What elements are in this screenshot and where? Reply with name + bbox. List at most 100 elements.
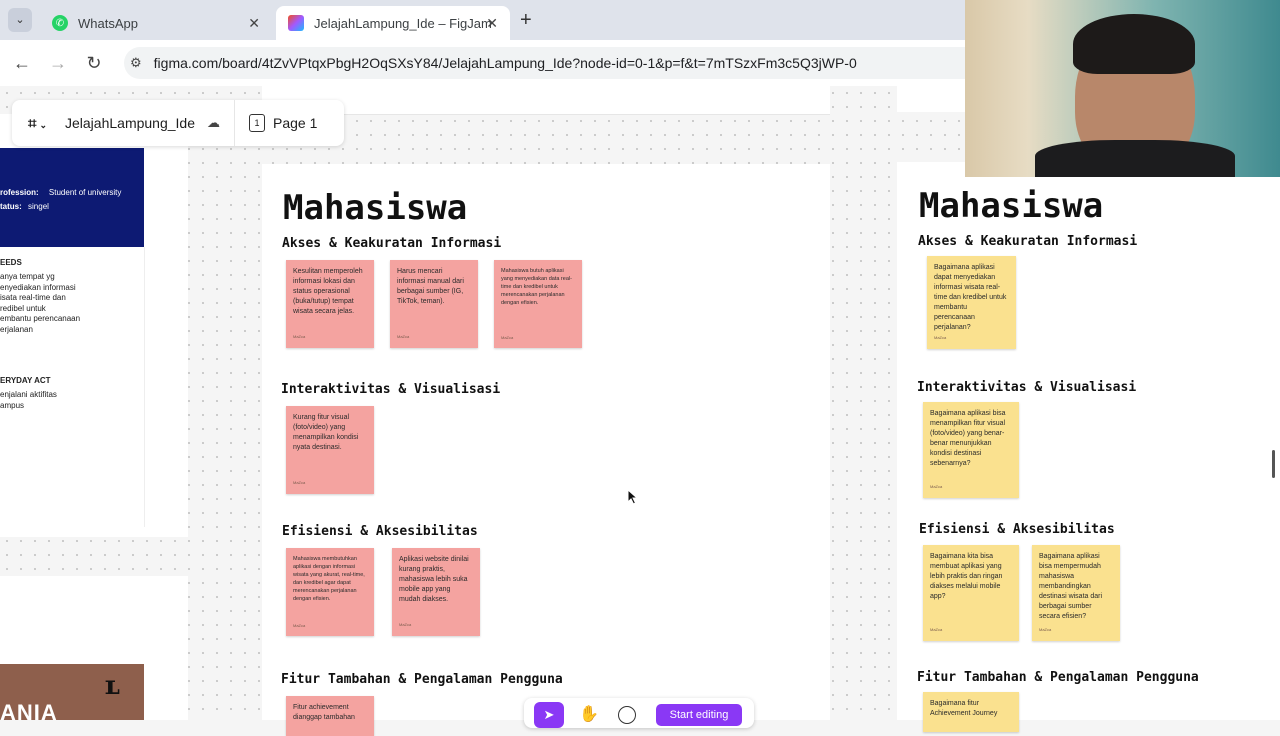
sticky-note[interactable]: Bagaimana fitur Achievement Journey <box>923 692 1019 732</box>
reload-icon[interactable]: ↻ <box>83 52 105 74</box>
bottom-toolbar: ➤ ✋ Start editing <box>524 698 754 728</box>
sticky-note[interactable]: Kesulitan memperoleh informasi lokasi da… <box>286 260 374 348</box>
sticky-note[interactable]: Harus mencari informasi manual dari berb… <box>390 260 478 348</box>
status-label: tatus: <box>0 202 22 211</box>
section-heading: Interaktivitas & Visualisasi <box>917 380 1137 395</box>
sticky-note[interactable]: Aplikasi website dinilai kurang praktis,… <box>392 548 480 636</box>
brand-card: ʟ ANIA <box>0 664 144 725</box>
persona-board: rofession: Student of university tatus: … <box>0 114 188 537</box>
page-selector[interactable]: 1 Page 1 <box>249 114 317 132</box>
note-text: Fitur achievement dianggap tambahan <box>293 704 355 721</box>
needs-line: anya tempat yg <box>0 272 55 281</box>
sticky-note[interactable]: Mahasiswa butuh aplikasi yang menyediaka… <box>494 260 582 348</box>
everyday-list: enjalani aktifitas ampus <box>0 390 57 411</box>
sticky-note[interactable]: Bagaimana aplikasi bisa menampilkan fitu… <box>923 402 1019 498</box>
comment-icon[interactable] <box>618 706 636 724</box>
note-text: Mahasiswa membutuhkan aplikasi dengan in… <box>293 556 365 602</box>
page-icon: 1 <box>249 114 265 132</box>
note-text: Kurang fitur visual (foto/video) yang me… <box>293 414 359 451</box>
section-heading: Efisiensi & Aksesibilitas <box>919 522 1115 537</box>
section-heading: Efisiensi & Aksesibilitas <box>282 524 478 539</box>
note-text: Mahasiswa butuh aplikasi yang menyediaka… <box>501 268 572 306</box>
webcam-shirt <box>1035 140 1235 177</box>
note-author: MaZca <box>399 622 412 627</box>
tab-whatsapp[interactable]: ✆ WhatsApp ✕ <box>40 6 272 40</box>
close-icon[interactable]: ✕ <box>248 15 260 32</box>
url-text: figma.com/board/4tZvVPtqxPbgH2OqSXsY84/J… <box>153 55 857 71</box>
persona-divider <box>144 247 145 527</box>
tab-search-button[interactable]: ⌄ <box>8 8 32 32</box>
note-author: MaZca <box>930 484 943 489</box>
note-author: MaZca <box>293 334 306 339</box>
section-heading: Akses & Keakuratan Informasi <box>282 236 502 251</box>
note-author: MaZca <box>293 480 306 485</box>
status-value: singel <box>28 202 49 211</box>
start-editing-button[interactable]: Start editing <box>656 704 742 726</box>
note-author: MaZca <box>934 335 947 340</box>
url-field[interactable]: ⚙ figma.com/board/4tZvVPtqxPbgH2OqSXsY84… <box>124 47 984 79</box>
needs-line: redibel untuk <box>0 303 46 313</box>
section-heading: Interaktivitas & Visualisasi <box>281 382 501 397</box>
brand-board: ʟ ANIA <box>0 576 188 725</box>
section-heading: Fitur Tambahan & Pengalaman Pengguna <box>281 672 563 687</box>
move-tool-button[interactable]: ➤ <box>534 702 564 728</box>
needs-line: enyediakan informasi <box>0 282 76 292</box>
sticky-note[interactable]: Bagaimana aplikasi bisa mempermudah maha… <box>1032 545 1120 641</box>
header-divider <box>234 100 235 146</box>
whatsapp-icon: ✆ <box>52 15 68 31</box>
section-heading: Fitur Tambahan & Pengalaman Pengguna <box>917 670 1199 685</box>
close-icon[interactable]: ✕ <box>486 15 498 32</box>
sticky-note[interactable]: Mahasiswa membutuhkan aplikasi dengan in… <box>286 548 374 636</box>
brand-text: ANIA <box>0 700 58 725</box>
note-text: Bagaimana aplikasi bisa mempermudah maha… <box>1039 553 1103 620</box>
sticky-note[interactable]: Bagaimana kita bisa membuat aplikasi yan… <box>923 545 1019 641</box>
figma-icon <box>288 15 304 31</box>
hmw-board: Mahasiswa Akses & Keakuratan Informasi B… <box>897 162 1280 732</box>
note-text: Bagaimana aplikasi dapat menyediakan inf… <box>934 264 1007 331</box>
profession-label: rofession: <box>0 188 39 197</box>
note-author: MaZca <box>397 334 410 339</box>
page-label: Page 1 <box>273 115 318 131</box>
file-header: ⌗ ⌄ JelajahLampung_Ide ☁ 1 Page 1 <box>12 100 344 146</box>
needs-title: EEDS <box>0 258 22 267</box>
sticky-note[interactable]: Bagaimana aplikasi dapat menyediakan inf… <box>927 256 1016 349</box>
figjam-canvas[interactable]: rofession: Student of university tatus: … <box>0 86 1280 736</box>
note-text: Bagaimana kita bisa membuat aplikasi yan… <box>930 553 1003 600</box>
plus-icon[interactable]: + <box>520 8 540 32</box>
note-text: Bagaimana aplikasi bisa menampilkan fitu… <box>930 410 1006 467</box>
everyday-line: ampus <box>0 400 25 410</box>
tab-title: WhatsApp <box>78 15 138 31</box>
tab-title: JelajahLampung_Ide – FigJam <box>314 15 492 31</box>
webcam-overlay <box>965 0 1280 177</box>
board-title: Mahasiswa <box>919 186 1104 226</box>
note-author: MaZca <box>930 627 943 632</box>
note-text: Harus mencari informasi manual dari berb… <box>397 268 464 305</box>
forward-icon[interactable]: → <box>47 52 69 74</box>
note-text: Bagaimana fitur Achievement Journey <box>930 700 998 717</box>
needs-line: erjalanan <box>0 324 33 334</box>
needs-list: anya tempat yg enyediakan informasi isat… <box>0 272 140 335</box>
everyday-line: enjalani aktifitas <box>0 390 57 399</box>
tab-figjam[interactable]: JelajahLampung_Ide – FigJam ✕ <box>276 6 510 40</box>
note-author: MaZca <box>501 335 514 340</box>
problem-board: Mahasiswa Akses & Keakuratan Informasi K… <box>262 164 830 736</box>
back-icon[interactable]: ← <box>11 52 33 74</box>
brand-logo-icon: ʟ <box>104 671 121 701</box>
note-text: Kesulitan memperoleh informasi lokasi da… <box>293 268 363 315</box>
persona-header: rofession: Student of university tatus: … <box>0 148 144 247</box>
file-name[interactable]: JelajahLampung_Ide <box>65 115 195 131</box>
sticky-note[interactable]: Fitur achievement dianggap tambahan <box>286 696 374 736</box>
board-title: Mahasiswa <box>283 188 468 228</box>
board-fragment <box>262 86 830 115</box>
sticky-note[interactable]: Kurang fitur visual (foto/video) yang me… <box>286 406 374 494</box>
site-settings-icon[interactable]: ⚙ <box>130 55 142 71</box>
section-heading: Akses & Keakuratan Informasi <box>918 234 1138 249</box>
note-author: MaZca <box>293 623 306 628</box>
note-text: Aplikasi website dinilai kurang praktis,… <box>399 556 469 603</box>
scrollbar-thumb[interactable] <box>1272 450 1275 478</box>
profession-value: Student of university <box>48 188 122 197</box>
needs-line: embantu perencanaan <box>0 314 81 323</box>
figma-menu-icon[interactable]: ⌗ ⌄ <box>28 115 47 132</box>
everyday-title: ERYDAY ACT <box>0 376 51 385</box>
hand-icon[interactable]: ✋ <box>578 704 600 726</box>
